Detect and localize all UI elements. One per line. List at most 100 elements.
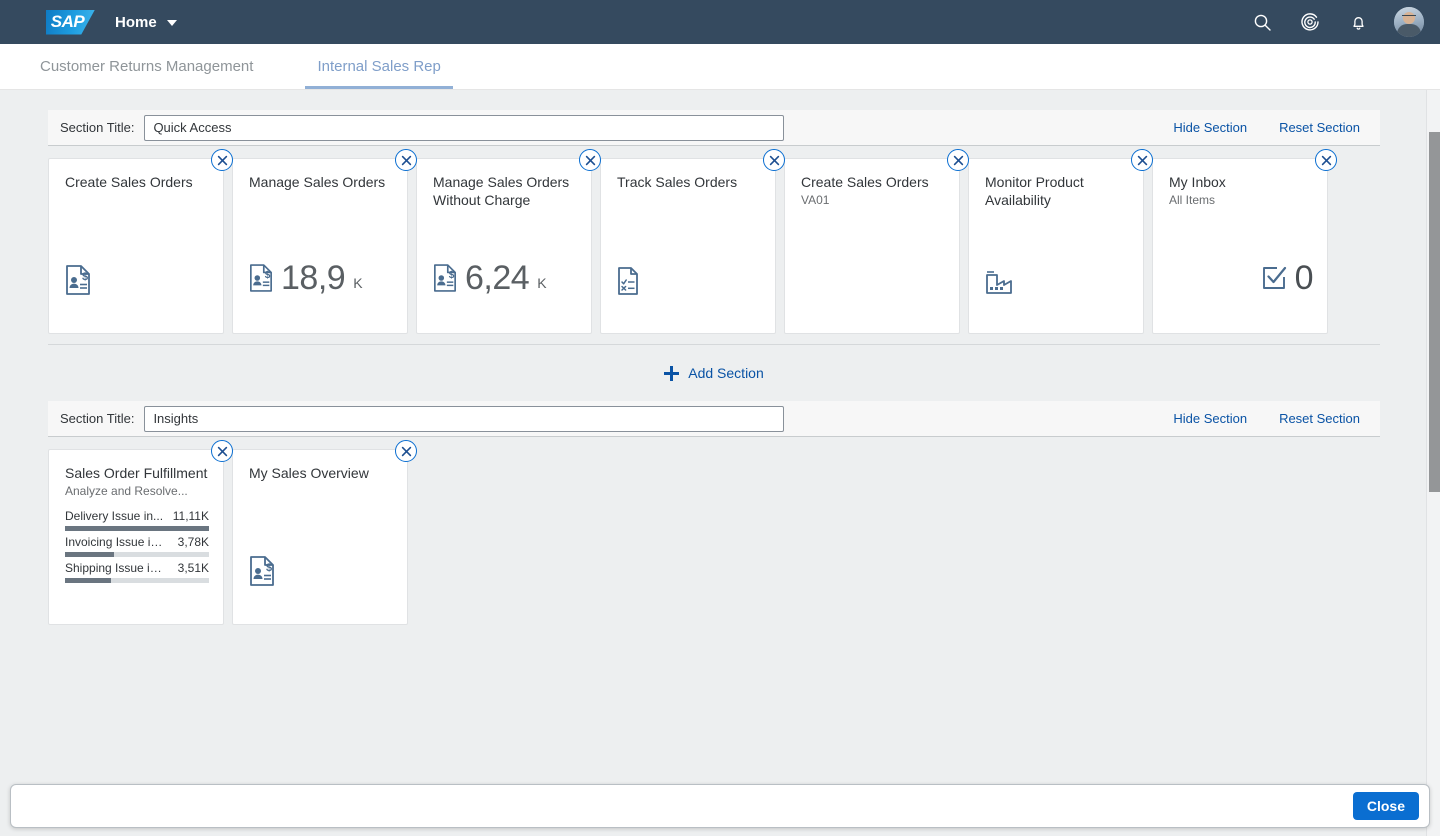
factory-icon: [985, 269, 1013, 295]
section-actions: Hide Section Reset Section: [1173, 120, 1372, 135]
bar-track: [65, 578, 209, 583]
copilot-icon[interactable]: [1296, 8, 1324, 36]
tile-body: 0: [1169, 259, 1314, 321]
header-actions: [1248, 0, 1424, 44]
tile-manage-sales-orders-without-charge[interactable]: Manage Sales Orders Without Charge $ 6,2…: [416, 149, 601, 334]
tile-create-sales-orders[interactable]: Create Sales Orders $: [48, 149, 233, 334]
tile-subtitle: VA01: [801, 193, 830, 207]
close-circle-icon[interactable]: [395, 149, 417, 171]
search-icon[interactable]: [1248, 8, 1276, 36]
tile-sales-order-fulfillment[interactable]: Sales Order Fulfillment Analyze and Reso…: [48, 440, 233, 625]
section-title-input[interactable]: [144, 114, 785, 141]
tile-title: Create Sales Orders: [65, 174, 193, 190]
tile-title: Track Sales Orders: [617, 174, 738, 190]
bar-list-item: Delivery Issue in... 11,11K: [65, 509, 209, 531]
bar-track: [65, 526, 209, 531]
section-title-label: Section Title:: [60, 411, 135, 426]
tile-my-sales-overview[interactable]: My Sales Overview $: [232, 440, 417, 625]
approval-checkbox-icon: [1261, 265, 1287, 291]
svg-text:$: $: [266, 562, 272, 574]
tiles-quick-access: Create Sales Orders $ Manage Sales Order…: [48, 146, 1380, 345]
svg-text:$: $: [449, 270, 455, 281]
tile-subtitle: Analyze and Resolve...: [65, 484, 188, 498]
close-circle-icon[interactable]: [211, 440, 233, 462]
tab-customer-returns-management[interactable]: Customer Returns Management: [34, 58, 259, 89]
tile-title: Create Sales Orders: [801, 174, 929, 190]
tiles-insights: Sales Order Fulfillment Analyze and Reso…: [48, 437, 1380, 635]
tile-subtitle: All Items: [1169, 193, 1216, 207]
close-button[interactable]: Close: [1352, 792, 1419, 820]
close-circle-icon[interactable]: [395, 440, 417, 462]
tile-body: $: [65, 265, 209, 321]
tile-body: $ 6,24 K: [433, 261, 577, 321]
section-header-insights: Section Title: Hide Section Reset Sectio…: [48, 401, 1380, 437]
tile-manage-sales-orders[interactable]: Manage Sales Orders $ 18,9 K: [232, 149, 417, 334]
section-header-quick-access: Section Title: Hide Section Reset Sectio…: [48, 110, 1380, 146]
hide-section-button[interactable]: Hide Section: [1173, 120, 1247, 135]
svg-text:$: $: [265, 270, 271, 281]
close-circle-icon[interactable]: [763, 149, 785, 171]
bar-value: 3,51K: [177, 561, 209, 575]
home-menu-button[interactable]: Home: [109, 10, 183, 35]
bar-label: Delivery Issue in...: [65, 509, 164, 523]
bell-icon[interactable]: [1344, 8, 1372, 36]
sales-order-document-icon: $: [249, 264, 273, 292]
bar-label: Invoicing Issue in...: [65, 535, 165, 549]
bar-fill: [65, 526, 209, 531]
avatar-glasses: [1402, 15, 1416, 19]
scrollbar-thumb[interactable]: [1429, 132, 1440, 492]
section-title-input[interactable]: [144, 405, 785, 432]
close-circle-icon[interactable]: [1315, 149, 1337, 171]
close-circle-icon[interactable]: [947, 149, 969, 171]
close-circle-icon[interactable]: [579, 149, 601, 171]
chevron-down-icon: [166, 20, 177, 26]
avatar-body: [1397, 24, 1421, 37]
bar-label: Shipping Issue in...: [65, 561, 165, 575]
tile-title: My Sales Overview: [249, 465, 369, 481]
tile-my-inbox[interactable]: My Inbox All Items 0: [1152, 149, 1337, 334]
page-canvas: Section Title: Hide Section Reset Sectio…: [0, 90, 1440, 836]
section-title-label: Section Title:: [60, 120, 135, 135]
plus-icon: [664, 365, 680, 381]
sales-order-document-icon: $: [433, 264, 457, 292]
reset-section-button[interactable]: Reset Section: [1279, 411, 1360, 426]
bar-line: Shipping Issue in... 3,51K: [65, 561, 209, 575]
tile-title: My Inbox: [1169, 174, 1226, 190]
task-list-document-icon: [617, 267, 639, 295]
sap-logo[interactable]: SAP: [46, 9, 95, 35]
tile-monitor-product-availability[interactable]: Monitor Product Availability: [968, 149, 1153, 334]
tile-track-sales-orders[interactable]: Track Sales Orders: [600, 149, 785, 334]
bar-list: Delivery Issue in... 11,11K Invoicing Is…: [65, 509, 209, 583]
add-section-label: Add Section: [688, 365, 764, 381]
tile-title: Manage Sales Orders: [249, 174, 386, 190]
home-menu-label: Home: [115, 13, 157, 31]
tile-kpi-unit: K: [537, 275, 547, 291]
tile-body: [985, 269, 1129, 321]
section-quick-access: Section Title: Hide Section Reset Sectio…: [0, 110, 1440, 345]
tile-title: Manage Sales Orders Without Charge: [433, 174, 570, 208]
tile-body: [617, 267, 761, 321]
bar-value: 11,11K: [172, 509, 209, 523]
tile-kpi-value: 0: [1294, 259, 1314, 297]
vertical-scrollbar[interactable]: [1426, 90, 1440, 836]
svg-text:$: $: [82, 271, 88, 283]
sales-order-document-icon: $: [249, 556, 275, 586]
bar-fill: [65, 578, 112, 583]
add-section-button[interactable]: Add Section: [664, 365, 764, 381]
reset-section-button[interactable]: Reset Section: [1279, 120, 1360, 135]
sales-order-document-icon: $: [65, 265, 91, 295]
footer-bar: Close: [10, 784, 1430, 828]
bar-value: 3,78K: [177, 535, 209, 549]
tile-create-sales-orders-va01[interactable]: Create Sales Orders VA01: [784, 149, 969, 334]
tile-kpi-unit: K: [353, 275, 363, 291]
hide-section-button[interactable]: Hide Section: [1173, 411, 1247, 426]
tile-body: $: [249, 556, 393, 612]
bar-line: Delivery Issue in... 11,11K: [65, 509, 209, 523]
tile-title: Monitor Product Availability: [985, 174, 1084, 208]
avatar[interactable]: [1394, 7, 1424, 37]
shell-header: SAP Home: [0, 0, 1440, 44]
close-circle-icon[interactable]: [211, 149, 233, 171]
tile-kpi-value: 18,9: [281, 259, 346, 297]
close-circle-icon[interactable]: [1131, 149, 1153, 171]
tab-internal-sales-rep[interactable]: Internal Sales Rep: [305, 58, 454, 89]
